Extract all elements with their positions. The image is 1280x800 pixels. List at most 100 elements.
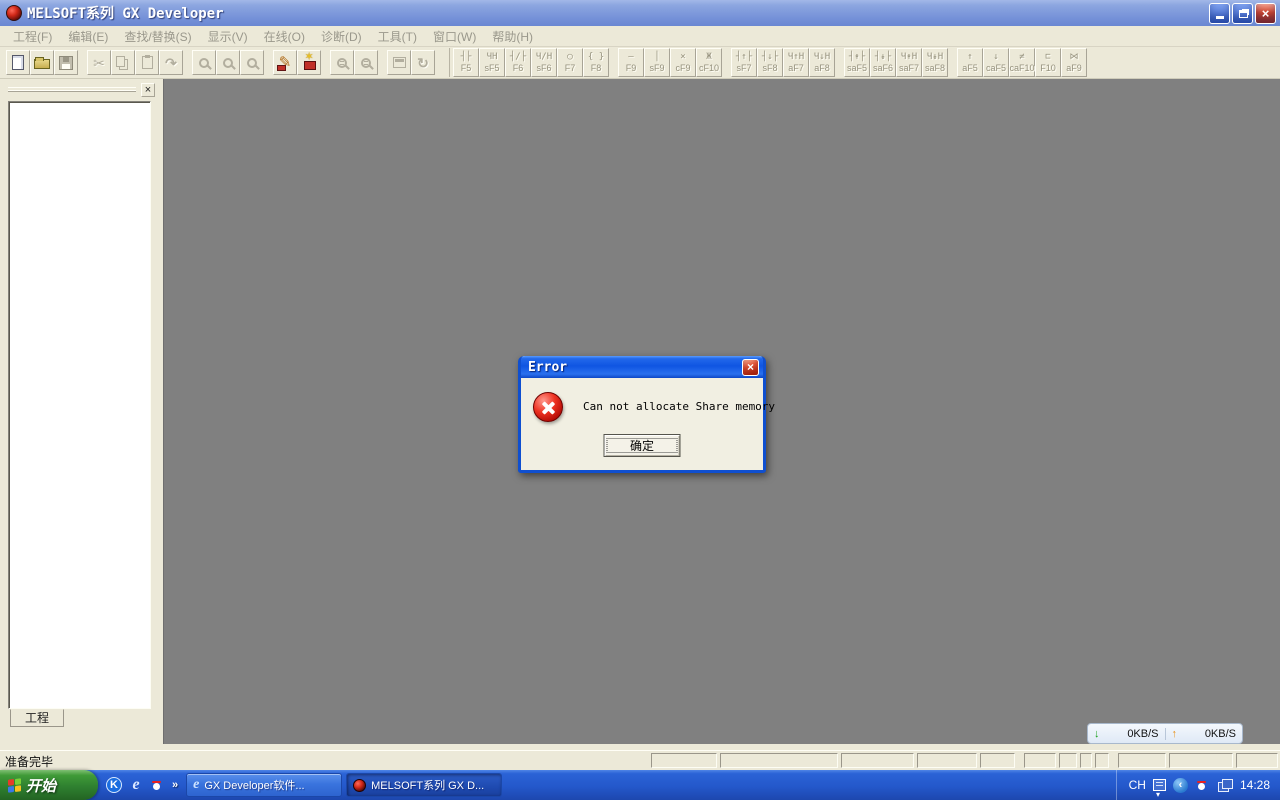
menu-item[interactable]: 显示(V) xyxy=(201,26,255,47)
window-controls: × xyxy=(1209,3,1276,24)
ladder-tool-button[interactable]: { } F8 xyxy=(583,48,609,77)
find-contact-button[interactable] xyxy=(240,50,264,75)
zoom-in-button[interactable] xyxy=(330,50,354,75)
ladder-tool-button[interactable]: ЧН sF5 xyxy=(479,48,505,77)
upload-speed: ↑ 0KB/S xyxy=(1165,728,1243,740)
status-pane xyxy=(980,753,1015,768)
ladder-tool-button[interactable]: Ч↟Н saF7 xyxy=(896,48,922,77)
error-message: Can not allocate Share memory xyxy=(583,400,775,413)
close-button[interactable]: × xyxy=(1255,3,1276,24)
ladder-tool-button[interactable]: ┤↟├ saF5 xyxy=(844,48,870,77)
copy-button[interactable] xyxy=(111,50,135,75)
ladder-tool-button[interactable]: ┤↡├ saF6 xyxy=(870,48,896,77)
new-project-button[interactable] xyxy=(6,50,30,75)
upload-arrow-icon: ↑ xyxy=(1172,728,1178,740)
dialog-close-icon[interactable]: × xyxy=(742,359,759,376)
task-label: MELSOFT系列 GX D... xyxy=(371,777,484,793)
ladder-tool-button[interactable]: Ж cF10 xyxy=(696,48,722,77)
network-speed-widget[interactable]: ↓ 0KB/S ↑ 0KB/S xyxy=(1087,723,1243,744)
save-project-button[interactable] xyxy=(54,50,78,75)
status-bar: 准备完毕 xyxy=(0,750,1280,770)
menu-item[interactable]: 工程(F) xyxy=(6,26,59,47)
toolbar-icon xyxy=(223,58,233,68)
ladder-tool-button[interactable]: Ч↓Н aF8 xyxy=(809,48,835,77)
ladder-key-label: F6 xyxy=(513,63,524,73)
language-options-icon[interactable] xyxy=(1153,779,1166,791)
qq-tray-icon[interactable] xyxy=(1195,777,1211,793)
status-pane xyxy=(1024,753,1056,768)
zoom-out-button[interactable] xyxy=(354,50,378,75)
kugou-icon[interactable]: K xyxy=(106,777,122,793)
ladder-key-label: caF5 xyxy=(986,63,1006,73)
ladder-tool-button[interactable]: Ч↑Н aF7 xyxy=(783,48,809,77)
ladder-symbol-toolbar: ┤├ F5 ЧН sF5 ┤/├ F6 Ч/Н sF6 ◯ F7 { } F8 xyxy=(449,48,1087,77)
ok-button[interactable]: 确定 xyxy=(604,434,681,457)
tray-clock[interactable]: 14:28 xyxy=(1240,778,1270,792)
undo-button[interactable] xyxy=(159,50,183,75)
ladder-tool-button[interactable]: — F9 xyxy=(618,48,644,77)
cut-button[interactable] xyxy=(87,50,111,75)
find-button[interactable] xyxy=(192,50,216,75)
ladder-tool-button[interactable]: ┤├ F5 xyxy=(453,48,479,77)
quick-launch-overflow-chevron[interactable]: » xyxy=(172,779,178,791)
ladder-tool-button[interactable]: Ч/Н sF6 xyxy=(531,48,557,77)
menu-item[interactable]: 查找/替换(S) xyxy=(117,26,198,47)
task-button-gx-developer-webpage[interactable]: e GX Developer软件... xyxy=(186,773,342,797)
project-tab[interactable]: 工程 xyxy=(10,709,64,727)
ladder-tool-button[interactable]: │ sF9 xyxy=(644,48,670,77)
ladder-symbol: ┤├ xyxy=(461,52,472,63)
menu-item[interactable]: 在线(O) xyxy=(257,26,312,47)
ladder-key-label: saF6 xyxy=(873,63,893,73)
find-device-button[interactable] xyxy=(216,50,240,75)
language-band-collapse-icon[interactable]: ‹ xyxy=(1173,778,1188,793)
minimize-button[interactable] xyxy=(1209,3,1230,24)
status-ready-text: 准备完毕 xyxy=(2,753,648,768)
paste-button[interactable] xyxy=(135,50,159,75)
ladder-tool-button[interactable]: ↓ caF5 xyxy=(983,48,1009,77)
ladder-symbol: Ч↟Н xyxy=(901,52,917,63)
status-pane xyxy=(1118,753,1166,768)
menu-item[interactable]: 诊断(D) xyxy=(314,26,369,47)
open-project-button[interactable] xyxy=(30,50,54,75)
menu-item[interactable]: 编辑(E) xyxy=(61,26,115,47)
ladder-tool-button[interactable]: ⊏ F10 xyxy=(1035,48,1061,77)
standard-toolbar xyxy=(6,50,435,75)
ladder-tool-button[interactable]: Ч↡Н saF8 xyxy=(922,48,948,77)
toolbar-icon xyxy=(199,58,209,68)
ie-icon[interactable]: e xyxy=(128,777,144,793)
toolbar-icon xyxy=(361,58,371,68)
toolbar-icon xyxy=(59,56,73,70)
task-button-melsoft-gx[interactable]: MELSOFT系列 GX D... xyxy=(346,773,502,797)
ladder-tool-button[interactable]: ≠ caF10 xyxy=(1009,48,1035,77)
network-status-icon[interactable] xyxy=(1218,779,1233,791)
qq-icon[interactable] xyxy=(150,777,166,793)
ladder-tool-button[interactable]: ┤↑├ sF7 xyxy=(731,48,757,77)
monitor-mode-button[interactable] xyxy=(297,50,321,75)
cascade-windows-button[interactable] xyxy=(387,50,411,75)
dock-close-icon[interactable]: × xyxy=(141,83,155,97)
ladder-tool-button[interactable]: × cF9 xyxy=(670,48,696,77)
refresh-button[interactable] xyxy=(411,50,435,75)
menu-bar: 工程(F)编辑(E)查找/替换(S)显示(V)在线(O)诊断(D)工具(T)窗口… xyxy=(0,26,1280,47)
start-button[interactable]: 开始 xyxy=(0,770,98,800)
ladder-symbol: │ xyxy=(654,52,659,63)
ladder-key-label: sF9 xyxy=(649,63,664,73)
language-indicator[interactable]: CH xyxy=(1129,778,1146,792)
restore-button[interactable] xyxy=(1232,3,1253,24)
project-tree[interactable] xyxy=(8,101,151,709)
ladder-tool-button[interactable]: ┤↓├ sF8 xyxy=(757,48,783,77)
ladder-tool-button[interactable]: ⋈ aF9 xyxy=(1061,48,1087,77)
menu-item[interactable]: 工具(T) xyxy=(371,26,424,47)
upload-speed-value: 0KB/S xyxy=(1205,728,1236,740)
status-pane xyxy=(1095,753,1109,768)
dock-grip-handle[interactable] xyxy=(8,87,136,92)
menu-item[interactable]: 窗口(W) xyxy=(426,26,483,47)
toolbar-icon xyxy=(116,56,125,67)
ladder-tool-button[interactable]: ◯ F7 xyxy=(557,48,583,77)
ladder-tool-button[interactable]: ┤/├ F6 xyxy=(505,48,531,77)
ladder-symbol: ◯ xyxy=(567,52,572,63)
ladder-tool-button[interactable]: ↑ aF5 xyxy=(957,48,983,77)
write-mode-button[interactable] xyxy=(273,50,297,75)
menu-item[interactable]: 帮助(H) xyxy=(485,26,540,47)
ie-icon: e xyxy=(193,777,199,793)
